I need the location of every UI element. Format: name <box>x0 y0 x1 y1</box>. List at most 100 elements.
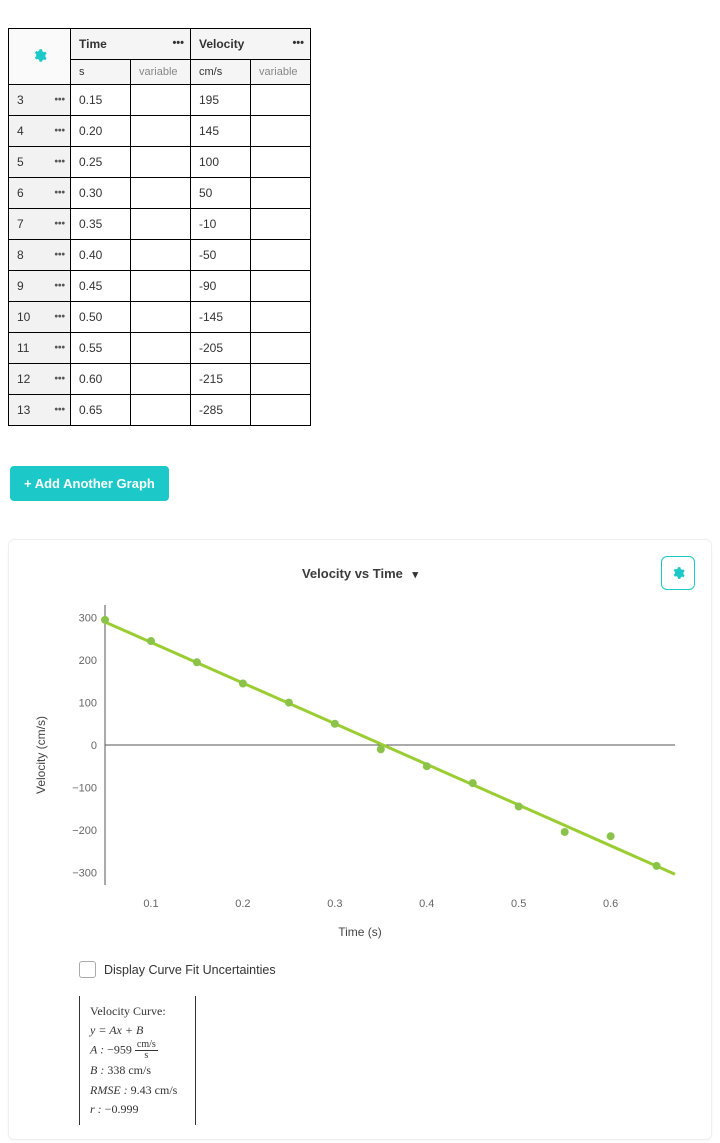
svg-text:0.5: 0.5 <box>511 898 526 910</box>
gear-icon <box>32 48 47 63</box>
ellipsis-icon[interactable]: ••• <box>172 37 184 49</box>
col-time-var: variable <box>131 60 191 85</box>
cell-time[interactable]: 0.25 <box>71 147 131 178</box>
cell-time[interactable]: 0.35 <box>71 209 131 240</box>
cell-vel-var[interactable] <box>251 147 311 178</box>
cell-time-var[interactable] <box>131 395 191 426</box>
cell-vel-var[interactable] <box>251 302 311 333</box>
ellipsis-icon[interactable]: ••• <box>54 219 65 230</box>
ellipsis-icon[interactable]: ••• <box>54 343 65 354</box>
table-row: 13•••0.65 -285 <box>9 395 311 426</box>
cell-time[interactable]: 0.60 <box>71 364 131 395</box>
svg-text:−100: −100 <box>72 782 97 794</box>
table-gear-cell[interactable] <box>9 29 71 85</box>
row-index[interactable]: 10••• <box>9 302 71 333</box>
cell-vel[interactable]: 145 <box>191 116 251 147</box>
cell-time-var[interactable] <box>131 209 191 240</box>
row-index[interactable]: 13••• <box>9 395 71 426</box>
svg-text:100: 100 <box>79 698 97 710</box>
col-velocity-label: Velocity <box>199 37 244 51</box>
data-table: Time ••• Velocity ••• s variable cm/s va… <box>8 28 311 426</box>
svg-text:0.2: 0.2 <box>235 898 250 910</box>
col-time-unit: s <box>71 60 131 85</box>
ellipsis-icon[interactable]: ••• <box>54 312 65 323</box>
row-index[interactable]: 11••• <box>9 333 71 364</box>
ellipsis-icon[interactable]: ••• <box>54 188 65 199</box>
fit-box-title: Velocity Curve: <box>90 1002 177 1021</box>
row-index[interactable]: 5••• <box>9 147 71 178</box>
cell-vel[interactable]: -215 <box>191 364 251 395</box>
row-index[interactable]: 4••• <box>9 116 71 147</box>
cell-vel-var[interactable] <box>251 364 311 395</box>
cell-time-var[interactable] <box>131 364 191 395</box>
cell-vel-var[interactable] <box>251 178 311 209</box>
cell-time[interactable]: 0.15 <box>71 85 131 116</box>
table-row: 6•••0.30 50 <box>9 178 311 209</box>
chevron-down-icon: ▾ <box>413 568 419 581</box>
cell-vel[interactable]: -90 <box>191 271 251 302</box>
cell-vel-var[interactable] <box>251 395 311 426</box>
cell-time[interactable]: 0.20 <box>71 116 131 147</box>
col-vel-unit: cm/s <box>191 60 251 85</box>
cell-time[interactable]: 0.50 <box>71 302 131 333</box>
cell-vel-var[interactable] <box>251 333 311 364</box>
cell-time[interactable]: 0.30 <box>71 178 131 209</box>
svg-text:−200: −200 <box>72 825 97 837</box>
cell-vel[interactable]: -10 <box>191 209 251 240</box>
fit-RMSE: RMSE : 9.43 cm/s <box>90 1081 177 1100</box>
cell-vel-var[interactable] <box>251 240 311 271</box>
fit-uncertainty-checkbox[interactable]: Display Curve Fit Uncertainties <box>79 961 697 978</box>
ellipsis-icon[interactable]: ••• <box>54 126 65 137</box>
ellipsis-icon[interactable]: ••• <box>54 95 65 106</box>
cell-time-var[interactable] <box>131 85 191 116</box>
cell-vel-var[interactable] <box>251 116 311 147</box>
row-index[interactable]: 8••• <box>9 240 71 271</box>
cell-time[interactable]: 0.65 <box>71 395 131 426</box>
cell-vel[interactable]: -205 <box>191 333 251 364</box>
table-row: 8•••0.40 -50 <box>9 240 311 271</box>
cell-vel-var[interactable] <box>251 85 311 116</box>
cell-vel[interactable]: -285 <box>191 395 251 426</box>
add-graph-button[interactable]: + Add Another Graph <box>10 466 169 501</box>
cell-vel[interactable]: -145 <box>191 302 251 333</box>
ellipsis-icon[interactable]: ••• <box>292 37 304 49</box>
cell-vel[interactable]: 50 <box>191 178 251 209</box>
chart-title-row[interactable]: Velocity vs Time ▾ <box>23 566 697 581</box>
col-velocity-header[interactable]: Velocity ••• <box>191 29 311 60</box>
svg-text:0: 0 <box>91 740 97 752</box>
cell-time-var[interactable] <box>131 147 191 178</box>
col-time-header[interactable]: Time ••• <box>71 29 191 60</box>
row-index[interactable]: 3••• <box>9 85 71 116</box>
cell-vel-var[interactable] <box>251 209 311 240</box>
row-index[interactable]: 6••• <box>9 178 71 209</box>
ellipsis-icon[interactable]: ••• <box>54 250 65 261</box>
cell-vel[interactable]: 195 <box>191 85 251 116</box>
col-vel-var: variable <box>251 60 311 85</box>
cell-vel[interactable]: 100 <box>191 147 251 178</box>
table-row: 5•••0.25 100 <box>9 147 311 178</box>
chart-plot[interactable]: −300−200−10001002003000.10.20.30.40.50.6 <box>35 595 685 915</box>
row-index[interactable]: 9••• <box>9 271 71 302</box>
svg-text:0.6: 0.6 <box>603 898 618 910</box>
cell-time-var[interactable] <box>131 116 191 147</box>
ellipsis-icon[interactable]: ••• <box>54 405 65 416</box>
row-index[interactable]: 12••• <box>9 364 71 395</box>
cell-vel-var[interactable] <box>251 271 311 302</box>
ellipsis-icon[interactable]: ••• <box>54 374 65 385</box>
fit-equation: y = Ax + B <box>90 1021 177 1040</box>
table-row: 11•••0.55 -205 <box>9 333 311 364</box>
cell-time[interactable]: 0.40 <box>71 240 131 271</box>
cell-time-var[interactable] <box>131 240 191 271</box>
cell-time-var[interactable] <box>131 271 191 302</box>
cell-time-var[interactable] <box>131 333 191 364</box>
cell-time-var[interactable] <box>131 302 191 333</box>
chart-settings-button[interactable] <box>661 556 695 590</box>
table-row: 9•••0.45 -90 <box>9 271 311 302</box>
row-index[interactable]: 7••• <box>9 209 71 240</box>
ellipsis-icon[interactable]: ••• <box>54 281 65 292</box>
cell-time-var[interactable] <box>131 178 191 209</box>
cell-time[interactable]: 0.55 <box>71 333 131 364</box>
ellipsis-icon[interactable]: ••• <box>54 157 65 168</box>
cell-time[interactable]: 0.45 <box>71 271 131 302</box>
cell-vel[interactable]: -50 <box>191 240 251 271</box>
